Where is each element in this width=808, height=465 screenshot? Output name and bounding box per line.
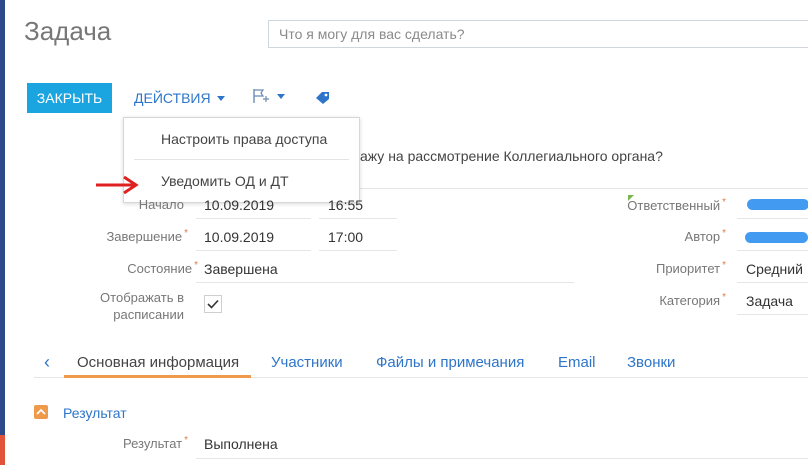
schedule-label: Отображать в расписании xyxy=(100,290,184,322)
end-time[interactable]: 17:00 xyxy=(328,229,363,245)
menu-item-access-rights[interactable]: Настроить права доступа xyxy=(124,123,359,155)
result-value[interactable]: Выполнена xyxy=(204,436,278,452)
priority-label: Приоритет * xyxy=(655,260,726,276)
left-strip-accent xyxy=(0,435,5,465)
subject-underline xyxy=(360,188,808,189)
end-date[interactable]: 10.09.2019 xyxy=(204,229,274,245)
chevron-down-icon xyxy=(216,95,225,101)
owner-value-redacted[interactable] xyxy=(747,199,808,210)
actions-label: ДЕЙСТВИЯ xyxy=(134,90,211,106)
status-underline xyxy=(196,282,574,283)
start-label: Начало xyxy=(138,197,184,212)
start-date-underline xyxy=(196,218,311,219)
tab-email[interactable]: Email xyxy=(558,354,596,371)
author-underline xyxy=(737,250,808,251)
category-label: Категория * xyxy=(659,292,726,308)
priority-value[interactable]: Средний xyxy=(746,261,803,277)
owner-label: Ответственный * xyxy=(627,197,726,213)
active-tab-indicator xyxy=(64,375,251,378)
task-subject: ажу на рассмотрение Коллегиального орган… xyxy=(360,148,663,164)
end-date-underline xyxy=(196,250,311,251)
category-underline xyxy=(737,314,808,315)
result-section-title[interactable]: Результат xyxy=(63,405,127,421)
tab-files[interactable]: Файлы и примечания xyxy=(376,354,524,371)
schedule-checkbox[interactable] xyxy=(204,295,222,313)
chevron-left-icon[interactable]: ‹ xyxy=(44,352,50,373)
page-title: Задача xyxy=(24,16,112,46)
tag-icon xyxy=(316,92,329,104)
red-arrow-annotation xyxy=(96,175,139,195)
flag-plus-icon xyxy=(253,89,269,103)
menu-divider xyxy=(134,159,349,160)
result-underline xyxy=(196,458,808,459)
priority-underline xyxy=(737,282,808,283)
tab-main-info[interactable]: Основная информация xyxy=(77,354,239,371)
search-input[interactable] xyxy=(269,21,808,47)
category-value[interactable]: Задача xyxy=(746,293,793,309)
start-date[interactable]: 10.09.2019 xyxy=(204,197,274,213)
start-time[interactable]: 16:55 xyxy=(328,197,363,213)
owner-underline xyxy=(737,218,808,219)
actions-dropdown-menu: Настроить права доступа Уведомить ОД и Д… xyxy=(123,117,360,203)
end-time-underline xyxy=(319,250,397,251)
end-label: Завершение * xyxy=(106,228,188,244)
chevron-down-icon xyxy=(277,93,285,99)
checkmark-icon xyxy=(207,299,219,309)
author-label: Автор * xyxy=(684,228,726,244)
start-time-underline xyxy=(319,218,397,219)
close-button[interactable]: ЗАКРЫТЬ xyxy=(27,83,112,113)
tab-participants[interactable]: Участники xyxy=(271,354,343,371)
menu-item-notify[interactable]: Уведомить ОД и ДТ xyxy=(124,165,359,197)
search-box[interactable] xyxy=(268,20,808,48)
flag-button[interactable] xyxy=(252,88,285,104)
result-label: Результат * xyxy=(122,435,188,451)
status-label: Состояние * xyxy=(127,260,198,276)
status-value[interactable]: Завершена xyxy=(204,261,278,277)
tag-button[interactable] xyxy=(315,91,331,110)
chevron-up-icon xyxy=(36,408,46,415)
collapse-icon[interactable] xyxy=(34,405,48,419)
actions-button[interactable]: ДЕЙСТВИЯ xyxy=(134,83,225,113)
tab-calls[interactable]: Звонки xyxy=(627,354,675,371)
author-value-redacted[interactable] xyxy=(745,232,808,243)
left-strip xyxy=(0,0,5,465)
tab-bar: ‹ Основная информация Участники Файлы и … xyxy=(34,350,808,378)
